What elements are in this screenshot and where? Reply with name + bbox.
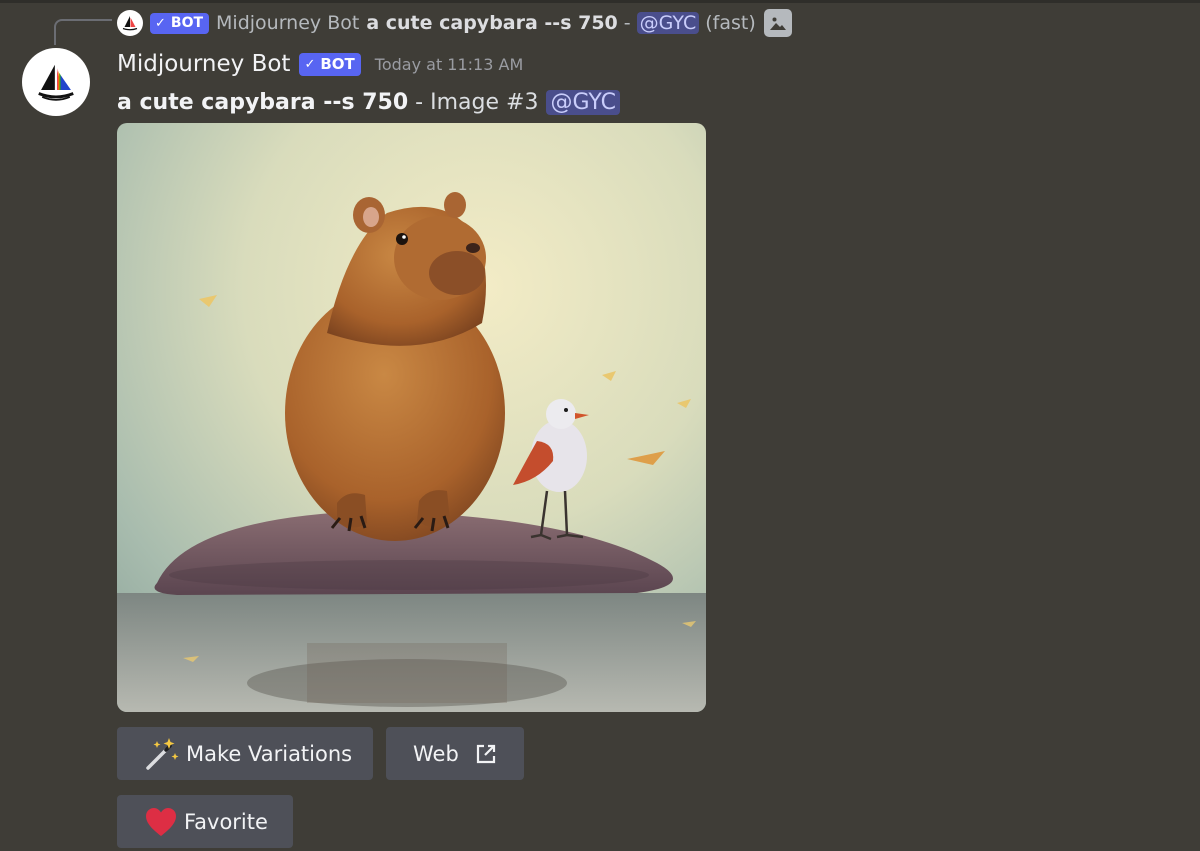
reply-avatar-icon[interactable] — [117, 10, 143, 36]
reply-mode: (fast) — [705, 12, 756, 34]
message-dash: - — [415, 89, 424, 115]
favorite-label: Favorite — [184, 809, 268, 834]
image-icon[interactable] — [763, 9, 792, 37]
reply-mention[interactable]: @GYC — [636, 12, 700, 34]
user-mention[interactable]: @GYC — [546, 89, 621, 115]
magic-wand-icon — [144, 736, 180, 772]
midjourney-avatar[interactable] — [22, 48, 90, 116]
reply-dash: - — [623, 12, 631, 34]
make-variations-button[interactable]: Make Variations — [117, 727, 373, 780]
reply-bot-badge: ✓ BOT — [150, 12, 210, 34]
timestamp: Today at 11:13 AM — [374, 54, 524, 74]
verified-check-icon: ✓ — [304, 56, 316, 72]
bot-badge: ✓ BOT — [299, 52, 361, 76]
reply-prompt[interactable]: a cute capybara --s 750 — [366, 12, 617, 34]
message-header: Midjourney Bot ✓ BOT Today at 11:13 AM — [117, 46, 523, 82]
favorite-button[interactable]: Favorite — [117, 795, 293, 848]
reply-reference[interactable]: ✓ BOT Midjourney Bot a cute capybara --s … — [117, 7, 792, 39]
external-link-icon — [475, 743, 497, 765]
verified-check-icon: ✓ — [155, 15, 166, 31]
image-number-label: Image #3 — [430, 89, 539, 115]
web-label: Web — [413, 741, 459, 766]
message-content: a cute capybara --s 750 - Image #3 @GYC — [117, 84, 621, 120]
reply-bot-badge-label: BOT — [170, 15, 204, 31]
generated-image[interactable] — [117, 123, 706, 712]
top-divider — [0, 0, 1200, 3]
make-variations-label: Make Variations — [186, 741, 353, 766]
bot-badge-label: BOT — [320, 55, 355, 73]
heart-icon — [144, 806, 178, 838]
reply-author[interactable]: Midjourney Bot — [216, 12, 359, 34]
message-prompt: a cute capybara --s 750 — [117, 89, 409, 115]
reply-connector — [54, 19, 112, 45]
web-button[interactable]: Web — [386, 727, 524, 780]
author-name[interactable]: Midjourney Bot — [117, 51, 290, 77]
